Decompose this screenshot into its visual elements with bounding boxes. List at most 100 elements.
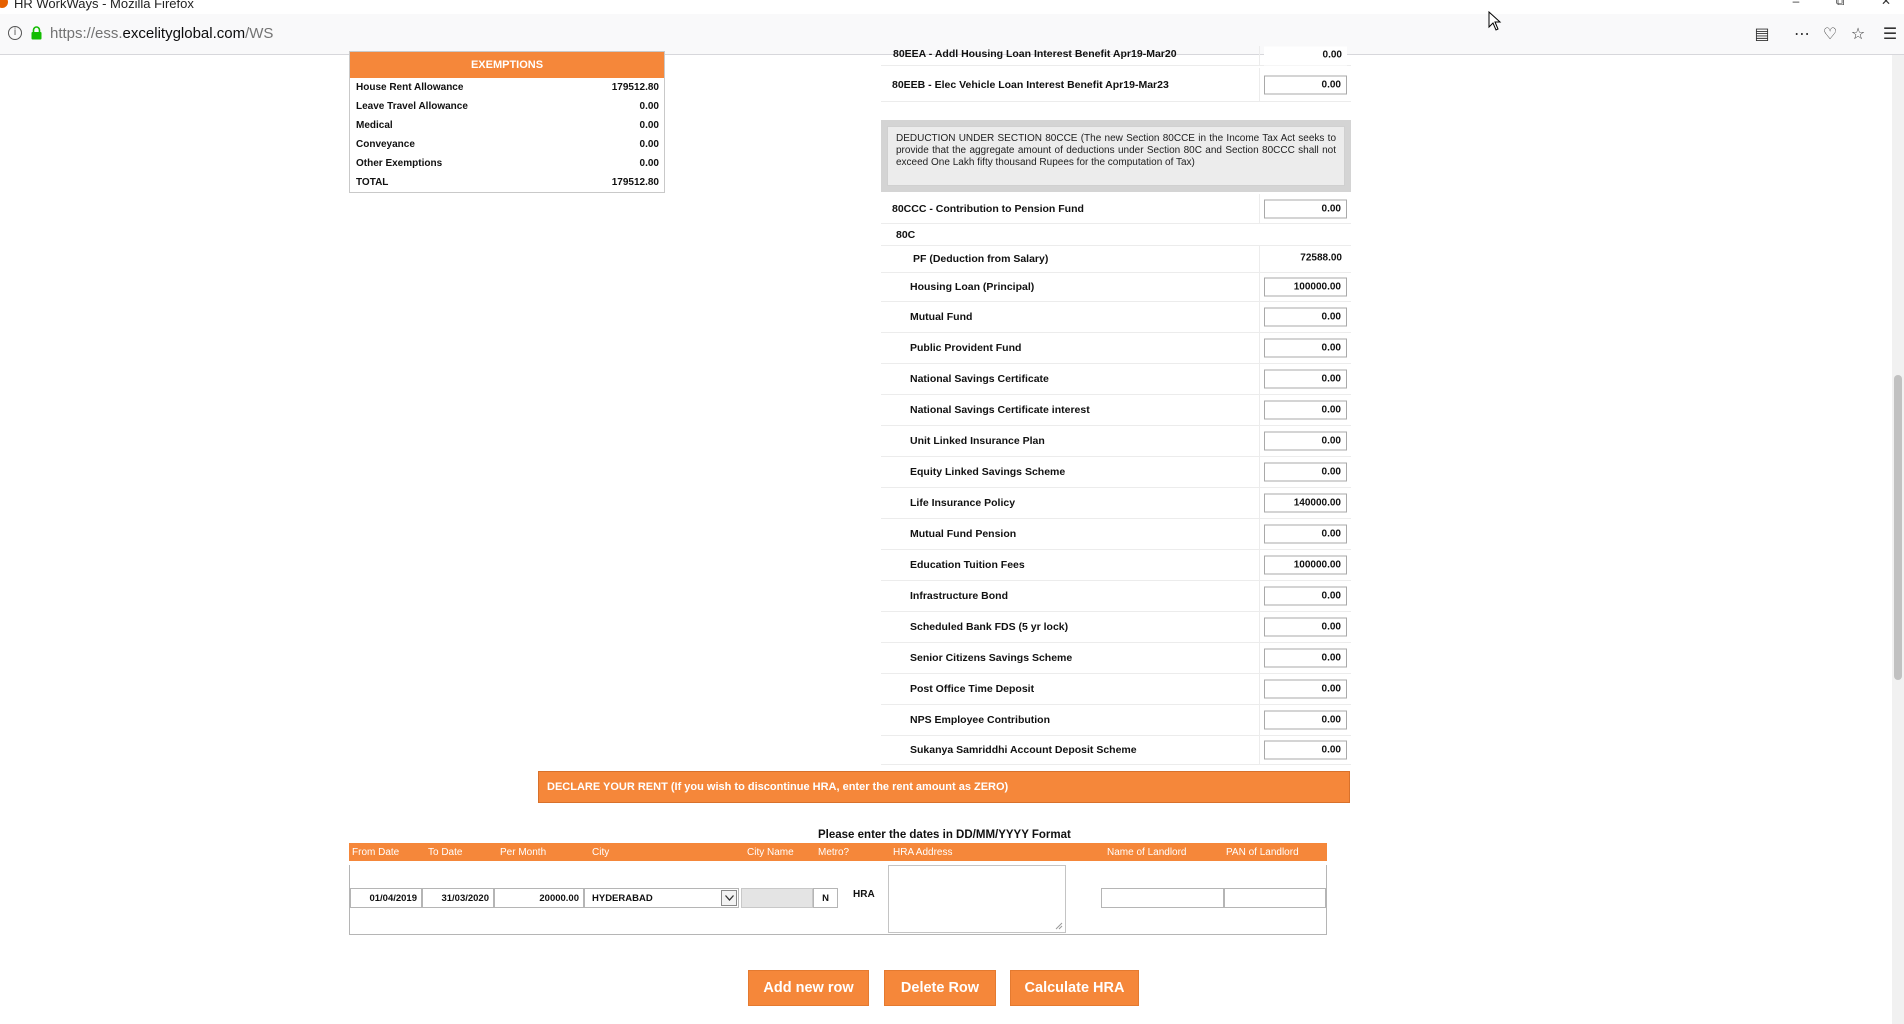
- section-80cce-note: DEDUCTION UNDER SECTION 80CCE (The new S…: [881, 120, 1351, 192]
- deduction-row-80c-item: Sukanya Samriddhi Account Deposit Scheme…: [881, 736, 1351, 765]
- deduction-row-80c-item: Education Tuition Fees 100000.00: [881, 550, 1351, 581]
- landlord-name-input[interactable]: [1101, 888, 1224, 908]
- deduction-label: 80CCC - Contribution to Pension Fund: [892, 202, 1084, 215]
- exemption-label: Medical: [356, 120, 393, 131]
- deduction-label: Equity Linked Savings Scheme: [910, 466, 1066, 478]
- deduction-input[interactable]: 100000.00: [1264, 555, 1347, 575]
- site-info-icon[interactable]: i: [8, 26, 22, 40]
- section-80c-label: 80C: [896, 228, 916, 241]
- page-actions-icon[interactable]: ⋯: [1792, 24, 1812, 44]
- declare-rent-banner: DECLARE YOUR RENT (If you wish to discon…: [538, 771, 1350, 803]
- resize-grip-icon[interactable]: [1055, 922, 1063, 930]
- page-scrollbar[interactable]: [1892, 55, 1904, 1024]
- deduction-label: Life Insurance Policy: [910, 497, 1016, 509]
- city-name-input[interactable]: [741, 888, 813, 908]
- deduction-input[interactable]: 140000.00: [1264, 493, 1347, 513]
- deduction-label: Mutual Fund: [910, 311, 973, 323]
- deduction-input[interactable]: 0.00: [1264, 400, 1347, 420]
- deduction-row-80c-item: Senior Citizens Savings Scheme 0.00: [881, 643, 1351, 674]
- deduction-input[interactable]: 0.00: [1264, 199, 1347, 218]
- header-city: City: [592, 847, 610, 858]
- hra-address-textarea[interactable]: [888, 865, 1066, 933]
- deduction-input[interactable]: 0.00: [1264, 338, 1347, 358]
- deduction-label: Sukanya Samriddhi Account Deposit Scheme: [910, 744, 1137, 756]
- window-title: HR WorkWays - Mozilla Firefox: [14, 0, 194, 11]
- deduction-label: Senior Citizens Savings Scheme: [910, 652, 1073, 664]
- deduction-label: National Savings Certificate interest: [910, 404, 1090, 416]
- deduction-row-80eea: 80EEA - Addl Housing Loan Interest Benef…: [881, 46, 1351, 66]
- section-80cce-note-text: DEDUCTION UNDER SECTION 80CCE (The new S…: [887, 126, 1345, 186]
- deduction-row-80c-item: Public Provident Fund 0.00: [881, 333, 1351, 364]
- header-metro: Metro?: [818, 847, 850, 858]
- deduction-row-80c-item: NPS Employee Contribution 0.00: [881, 705, 1351, 736]
- date-format-note: Please enter the dates in DD/MM/YYYY For…: [818, 829, 1071, 841]
- exemptions-panel: EXEMPTIONS House Rent Allowance 179512.80…: [349, 51, 665, 193]
- pocket-icon[interactable]: ♡: [1820, 24, 1840, 44]
- deduction-row-80eeb: 80EEB - Elec Vehicle Loan Interest Benef…: [881, 68, 1351, 102]
- city-select[interactable]: HYDERABAD: [584, 888, 739, 908]
- close-icon[interactable]: ✕: [1876, 0, 1896, 12]
- deduction-input[interactable]: 0.00: [1264, 307, 1347, 327]
- exemption-label: Other Exemptions: [356, 158, 443, 169]
- deduction-label: 80EEB - Elec Vehicle Loan Interest Benef…: [892, 78, 1169, 91]
- deduction-row-80c-item: Housing Loan (Principal) 100000.00: [881, 273, 1351, 302]
- deduction-input[interactable]: 0.00: [1264, 431, 1347, 451]
- header-to-date: To Date: [428, 847, 463, 858]
- deduction-label: Post Office Time Deposit: [910, 683, 1035, 695]
- header-per-month: Per Month: [500, 847, 547, 858]
- deduction-input[interactable]: 0.00: [1264, 617, 1347, 637]
- exemption-row: Other Exemptions 0.00: [350, 154, 664, 173]
- restore-icon[interactable]: ⧉: [1830, 0, 1850, 12]
- deduction-label: 80EEA - Addl Housing Loan Interest Benef…: [893, 48, 1177, 60]
- bookmark-star-icon[interactable]: ☆: [1848, 24, 1868, 44]
- deduction-input[interactable]: 0.00: [1264, 462, 1347, 482]
- add-new-row-button[interactable]: Add new row: [748, 970, 869, 1006]
- deduction-input[interactable]: 0.00: [1264, 740, 1347, 760]
- city-selected-value: HYDERABAD: [592, 893, 653, 904]
- per-month-input[interactable]: 20000.00: [494, 888, 584, 908]
- deduction-input[interactable]: 0.00: [1264, 679, 1347, 699]
- reader-view-icon[interactable]: ▤: [1752, 24, 1772, 44]
- exemption-value: 0.00: [639, 120, 659, 131]
- deduction-row-80c-item: Unit Linked Insurance Plan 0.00: [881, 426, 1351, 457]
- deduction-row-80c-item: National Savings Certificate 0.00: [881, 364, 1351, 395]
- delete-row-button[interactable]: Delete Row: [884, 970, 996, 1006]
- deduction-label: Unit Linked Insurance Plan: [910, 435, 1045, 447]
- exemption-label: Conveyance: [356, 139, 415, 150]
- hamburger-menu-icon[interactable]: ☰: [1880, 24, 1900, 44]
- deduction-input[interactable]: 0.00: [1264, 75, 1347, 94]
- exemptions-heading: EXEMPTIONS: [350, 52, 664, 78]
- deduction-label: Education Tuition Fees: [910, 559, 1025, 571]
- deduction-input[interactable]: 0.00: [1264, 369, 1347, 389]
- header-city-name: City Name: [747, 847, 794, 858]
- deduction-row-80c-item: Post Office Time Deposit 0.00: [881, 674, 1351, 705]
- deduction-row-80c-item: Scheduled Bank FDS (5 yr lock) 0.00: [881, 612, 1351, 643]
- window-titlebar: HR WorkWays - Mozilla Firefox – ⧉ ✕: [0, 0, 1904, 14]
- hra-type-label: HRA: [853, 889, 875, 900]
- exemption-label: Leave Travel Allowance: [356, 101, 468, 112]
- exemption-row: House Rent Allowance 179512.80: [350, 78, 664, 97]
- deduction-input[interactable]: 0.00: [1264, 586, 1347, 606]
- deduction-label: NPS Employee Contribution: [910, 714, 1051, 726]
- exemption-value: 0.00: [639, 101, 659, 112]
- deduction-input[interactable]: 0.00: [1264, 648, 1347, 668]
- deduction-row-pf: PF (Deduction from Salary) 72588.00: [881, 246, 1351, 273]
- exemption-value: 0.00: [639, 158, 659, 169]
- scrollbar-thumb[interactable]: [1894, 375, 1902, 680]
- from-date-input[interactable]: 01/04/2019: [350, 888, 422, 908]
- exemption-row: Conveyance 0.00: [350, 135, 664, 154]
- deduction-row-80c-item: Life Insurance Policy 140000.00: [881, 488, 1351, 519]
- deduction-input[interactable]: 100000.00: [1264, 277, 1347, 297]
- landlord-pan-input[interactable]: [1224, 888, 1326, 908]
- minimize-icon[interactable]: –: [1786, 0, 1806, 12]
- chevron-down-icon[interactable]: [721, 890, 737, 906]
- exemption-total-value: 179512.80: [611, 177, 659, 188]
- lock-icon: [31, 26, 42, 40]
- url-field[interactable]: https://ess.excelityglobal.com/WS: [50, 25, 273, 42]
- to-date-input[interactable]: 31/03/2020: [422, 888, 494, 908]
- deduction-input[interactable]: 0.00: [1264, 710, 1347, 730]
- metro-field[interactable]: N: [813, 888, 838, 908]
- deduction-label: Public Provident Fund: [910, 342, 1022, 354]
- deduction-input[interactable]: 0.00: [1264, 524, 1347, 544]
- calculate-hra-button[interactable]: Calculate HRA: [1010, 970, 1139, 1006]
